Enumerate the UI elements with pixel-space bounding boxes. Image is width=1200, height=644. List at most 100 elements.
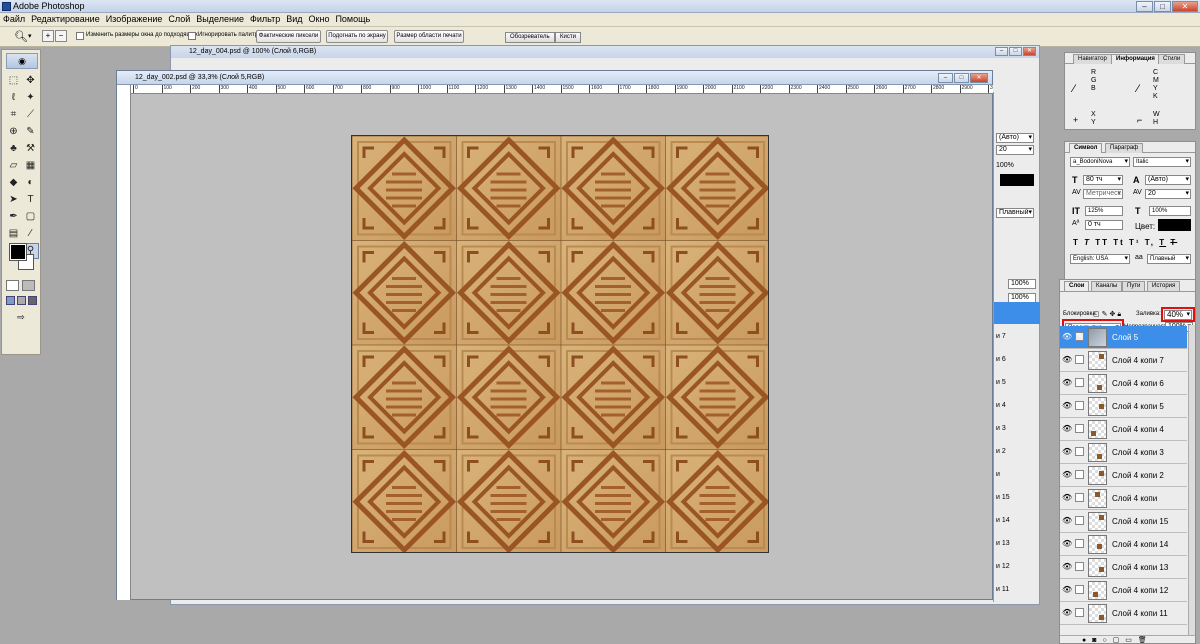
layer-row[interactable]: 👁︎ ✎ Слой 5 — [1060, 326, 1187, 349]
text-color-swatch[interactable] — [1158, 219, 1191, 231]
vertical-scale-field[interactable]: 125% — [1085, 206, 1123, 216]
eye-icon[interactable]: 👁︎ — [1062, 539, 1072, 549]
standard-mode-icon[interactable] — [6, 280, 19, 291]
tool-preset-dropdown-icon[interactable]: ▾ — [28, 32, 32, 40]
maximize-button[interactable]: □ — [1154, 1, 1171, 12]
layer-row[interactable]: 👁︎ Слой 4 копи 3 — [1060, 441, 1187, 464]
tab-info[interactable]: Информация — [1111, 54, 1160, 64]
clone-stamp-tool-icon[interactable]: ♣ — [6, 142, 21, 156]
layer-row[interactable]: 👁︎ Слой 4 копи 12 — [1060, 579, 1187, 602]
layer-row[interactable]: 👁︎ Слой 4 копи 15 — [1060, 510, 1187, 533]
link-box[interactable] — [1075, 378, 1084, 387]
eye-icon[interactable]: 👁︎ — [1062, 424, 1072, 434]
doc-close-button[interactable]: ✕ — [970, 73, 988, 83]
tab-channels[interactable]: Каналы — [1091, 281, 1123, 291]
tracking-field[interactable]: 20 — [1145, 189, 1191, 199]
fit-screen-button[interactable]: Подогнать по экрану — [326, 30, 388, 43]
link-box[interactable] — [1075, 585, 1084, 594]
font-family-dropdown[interactable]: a_BodoniNova — [1070, 157, 1130, 167]
link-box[interactable] — [1075, 539, 1084, 548]
tab-character[interactable]: Символ — [1069, 143, 1103, 153]
eyedropper-tool-icon[interactable]: ⁄ — [23, 227, 38, 241]
link-box[interactable] — [1075, 355, 1084, 364]
hidden-leading-field[interactable]: (Авто) — [996, 133, 1034, 143]
layer-row[interactable]: 👁︎ Слой 4 копи 14 — [1060, 533, 1187, 556]
eye-icon[interactable]: 👁︎ — [1062, 355, 1072, 365]
minimize-button[interactable]: – — [1136, 1, 1153, 12]
link-box[interactable] — [1075, 424, 1084, 433]
antialias-dropdown[interactable]: Плавный — [1147, 254, 1191, 264]
menu-view[interactable]: Вид — [283, 13, 305, 25]
marquee-tool-icon[interactable]: ⬚ — [6, 74, 21, 88]
quickmask-mode-icon[interactable] — [22, 280, 35, 291]
leading-field[interactable]: (Авто) — [1145, 175, 1191, 185]
dodge-tool-icon[interactable]: ◐ — [23, 176, 38, 190]
hidden-aa-dropdown[interactable]: Плавный — [996, 208, 1034, 218]
healing-brush-tool-icon[interactable]: ⊕ — [6, 125, 21, 139]
tab-file-browser[interactable]: Обозреватель — [505, 32, 555, 43]
link-box[interactable] — [1075, 562, 1084, 571]
doc2-maximize-button[interactable]: □ — [1009, 47, 1022, 56]
resize-windows-checkbox[interactable] — [76, 32, 84, 40]
eye-icon[interactable]: 👁︎ — [1062, 562, 1072, 572]
tab-navigator[interactable]: Навигатор — [1073, 54, 1112, 64]
image-canvas[interactable] — [351, 135, 769, 553]
tab-paragraph[interactable]: Параграф — [1105, 143, 1144, 153]
brush-tool-icon[interactable]: ✎ — [23, 125, 38, 139]
eye-icon[interactable]: 👁︎ — [1062, 378, 1072, 388]
layer-row[interactable]: 👁︎ Слой 4 копи 2 — [1060, 464, 1187, 487]
link-box[interactable] — [1075, 608, 1084, 617]
eye-icon[interactable]: 👁︎ — [1062, 516, 1072, 526]
tab-history[interactable]: История — [1147, 281, 1181, 291]
menu-help[interactable]: Помощь — [332, 13, 373, 25]
link-box[interactable] — [1075, 401, 1084, 410]
horizontal-scale-field[interactable]: 100% — [1149, 206, 1191, 216]
doc2-close-button[interactable]: ✕ — [1023, 47, 1036, 56]
adobe-online-icon[interactable]: ◉ — [6, 53, 38, 69]
menu-filter[interactable]: Фильтр — [247, 13, 283, 25]
print-size-button[interactable]: Размер области печати — [394, 30, 464, 43]
type-tool-icon[interactable]: T — [23, 193, 38, 207]
zoom-out-icon[interactable]: − — [55, 30, 67, 42]
menu-edit[interactable]: Редактирование — [28, 13, 103, 25]
menu-layer[interactable]: Слой — [165, 13, 193, 25]
doc-maximize-button[interactable]: □ — [954, 73, 969, 83]
hidden-tracking-field[interactable]: 20 — [996, 145, 1034, 155]
screen-mode-full-icon[interactable] — [28, 296, 37, 305]
pen-tool-icon[interactable]: ✒ — [6, 210, 21, 224]
hidden-color-swatch[interactable] — [1000, 174, 1034, 186]
foreground-color-swatch[interactable] — [9, 243, 27, 261]
layers-footer-buttons[interactable]: ●◙○▢▭🗑︎ — [1060, 635, 1195, 643]
main-document-window[interactable]: 12_day_002.psd @ 33,3% (Слой 5,RGB) – □ … — [116, 70, 993, 600]
layer-row[interactable]: 👁︎ Слой 4 копи — [1060, 487, 1187, 510]
tab-brushes[interactable]: Кисти — [555, 32, 581, 43]
slice-tool-icon[interactable]: ⟋ — [23, 108, 38, 122]
zoom-tool-icon[interactable]: 🔍︎ — [14, 30, 28, 43]
language-dropdown[interactable]: English: USA — [1070, 254, 1130, 264]
tab-layers[interactable]: Слои — [1064, 281, 1090, 291]
eye-icon[interactable]: 👁︎ — [1062, 585, 1072, 595]
shape-tool-icon[interactable]: ▢ — [23, 210, 38, 224]
crop-tool-icon[interactable]: ⌗ — [6, 108, 21, 122]
layer-row[interactable]: 👁︎ Слой 4 копи 5 — [1060, 395, 1187, 418]
tab-styles[interactable]: Стили — [1158, 54, 1186, 64]
blur-tool-icon[interactable]: ◆ — [6, 176, 21, 190]
horizontal-ruler[interactable]: 0 100 200 300 400 500 600 700 800 900 1000 1100 1200… — [131, 85, 993, 94]
tab-paths[interactable]: Пути — [1122, 281, 1146, 291]
layer-row[interactable]: 👁︎ Слой 4 копи 6 — [1060, 372, 1187, 395]
menu-select[interactable]: Выделение — [193, 13, 247, 25]
faux-style-buttons[interactable]: T T TT Tt T¹ T, T T — [1073, 238, 1177, 247]
zoom-in-icon[interactable]: + — [42, 30, 54, 42]
screen-mode-standard-icon[interactable] — [6, 296, 15, 305]
link-box[interactable] — [1075, 516, 1084, 525]
move-tool-icon[interactable]: ✥ — [23, 74, 38, 88]
layer-row[interactable]: 👁︎ Слой 4 копи 7 — [1060, 349, 1187, 372]
lock-icons[interactable]: ▢✎✥🔒︎ — [1093, 310, 1123, 319]
eye-icon[interactable]: 👁︎ — [1062, 332, 1072, 342]
baseline-shift-field[interactable]: 0 тч — [1085, 220, 1123, 230]
kerning-field[interactable]: Метрическ — [1083, 189, 1123, 199]
gradient-tool-icon[interactable]: ▦ — [23, 159, 38, 173]
layer-row[interactable]: 👁︎ Слой 4 копи 13 — [1060, 556, 1187, 579]
actual-pixels-button[interactable]: Фактические пиксели — [256, 30, 321, 43]
menu-window[interactable]: Окно — [306, 13, 333, 25]
